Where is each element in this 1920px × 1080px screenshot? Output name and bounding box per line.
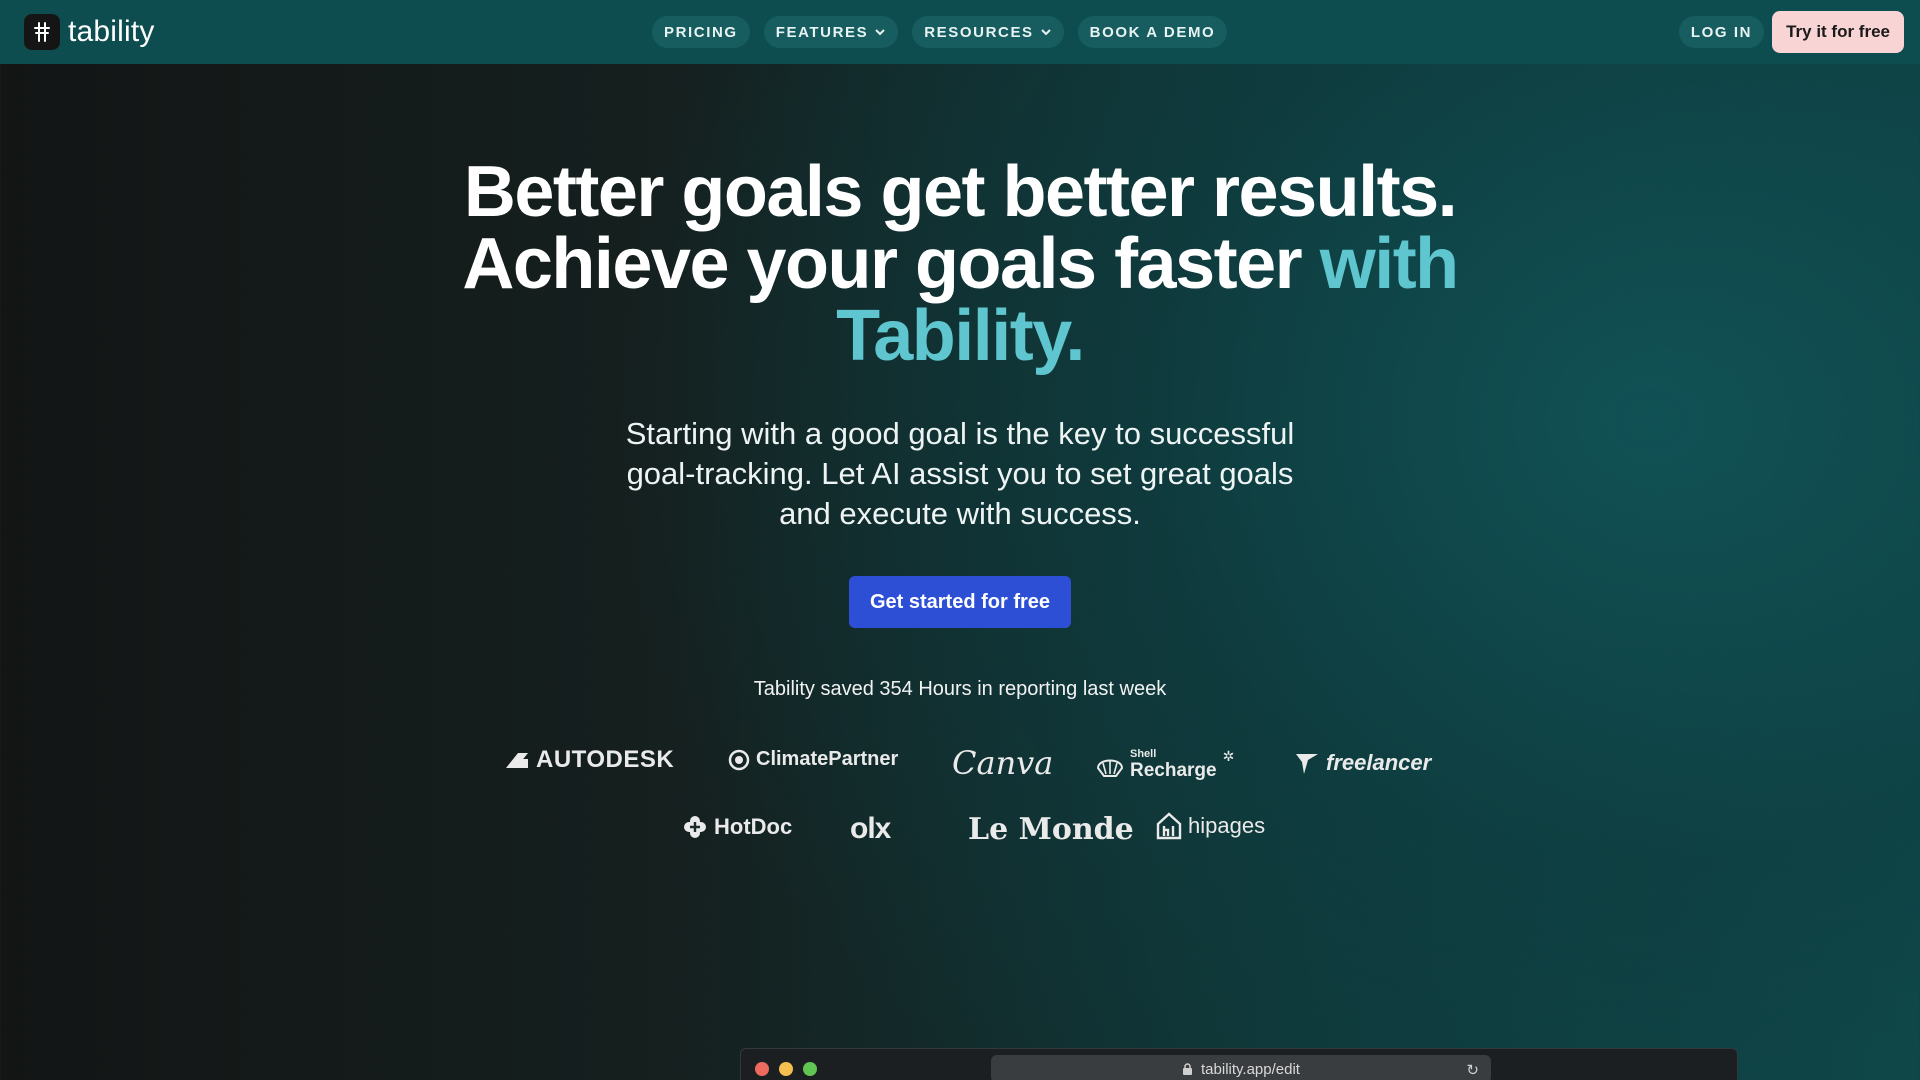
headline-main: Better goals get better results. Achieve… xyxy=(462,152,1457,304)
freelancer-logo: freelancer xyxy=(1294,750,1431,776)
autodesk-mark-icon xyxy=(506,753,528,768)
brand-name: tability xyxy=(68,15,155,48)
nav-pricing[interactable]: PRICING xyxy=(652,16,750,48)
freelancer-mark-icon xyxy=(1296,754,1318,774)
hotdoc-logo: HotDoc xyxy=(682,814,792,840)
chevron-down-icon xyxy=(875,29,885,36)
main-nav: PRICING FEATURES RESOURCES BOOK A DEMO xyxy=(652,16,1228,48)
freelancer-wordmark: freelancer xyxy=(1326,750,1432,775)
nav-resources[interactable]: RESOURCES xyxy=(912,16,1064,48)
hero-headline: Better goals get better results. Achieve… xyxy=(460,156,1460,372)
try-free-button[interactable]: Try it for free xyxy=(1772,11,1904,53)
hotdoc-wordmark: HotDoc xyxy=(714,814,793,839)
olx-wordmark: olx xyxy=(850,812,891,845)
top-nav: tability PRICING FEATURES RESOURCES BOOK… xyxy=(0,0,1920,64)
hero-subhead: Starting with a good goal is the key to … xyxy=(625,416,1295,531)
lemonde-wordmark: Le Monde xyxy=(968,812,1134,847)
browser-url-bar[interactable]: tability.app/edit ↻ xyxy=(991,1055,1491,1080)
hotdoc-mark-icon xyxy=(684,816,706,838)
olx-logo: olx xyxy=(850,812,891,846)
nav-book-demo[interactable]: BOOK A DEMO xyxy=(1077,16,1228,48)
hours-saved-text: Tability saved 354 Hours in reporting la… xyxy=(753,678,1167,700)
shell-wordmark: Shell Recharge xyxy=(1130,748,1217,781)
chevron-down-icon xyxy=(1040,29,1051,36)
reload-icon[interactable]: ↻ xyxy=(1466,1061,1479,1079)
autodesk-logo: AUTODESK xyxy=(504,746,674,774)
browser-url-text: tability.app/edit xyxy=(1201,1060,1300,1078)
brand-logo[interactable]: tability xyxy=(24,14,155,50)
tability-logo-icon xyxy=(24,14,60,50)
lock-icon xyxy=(1183,1062,1193,1075)
nav-resources-label: RESOURCES xyxy=(924,23,1034,41)
climatepartner-mark-icon xyxy=(728,749,750,770)
lemonde-logo: Le Monde xyxy=(968,812,1134,847)
canva-logo: Canva xyxy=(952,744,1053,782)
window-maximize-dot xyxy=(803,1062,817,1076)
nav-actions: LOG IN Try it for free xyxy=(1678,11,1904,53)
shell-big-text: Recharge xyxy=(1130,760,1217,781)
autodesk-wordmark: AUTODESK xyxy=(536,746,675,773)
hipages-wordmark: hipages xyxy=(1188,813,1266,838)
climatepartner-logo: ClimatePartner xyxy=(728,748,898,771)
login-label: LOG IN xyxy=(1690,23,1753,41)
canva-wordmark: Canva xyxy=(952,744,1054,782)
nav-book-demo-label: BOOK A DEMO xyxy=(1089,23,1216,41)
window-minimize-dot xyxy=(779,1062,793,1076)
nav-features-label: FEATURES xyxy=(775,23,869,41)
nav-features[interactable]: FEATURES xyxy=(763,16,899,48)
climatepartner-wordmark: ClimatePartner xyxy=(756,748,899,770)
browser-preview: tability.app/edit ↻ xyxy=(740,1048,1738,1080)
hipages-house-icon xyxy=(1156,812,1182,840)
nav-pricing-label: PRICING xyxy=(664,23,738,41)
login-button[interactable]: LOG IN xyxy=(1678,16,1765,48)
window-close-dot xyxy=(755,1062,769,1076)
recharge-spark-icon: ✲ xyxy=(1222,748,1235,764)
hipages-logo: hipages xyxy=(1156,812,1265,840)
shell-mark-icon xyxy=(1096,759,1124,777)
get-started-button[interactable]: Get started for free xyxy=(849,576,1071,628)
shell-recharge-logo: Shell Recharge ✲ xyxy=(1096,748,1234,781)
